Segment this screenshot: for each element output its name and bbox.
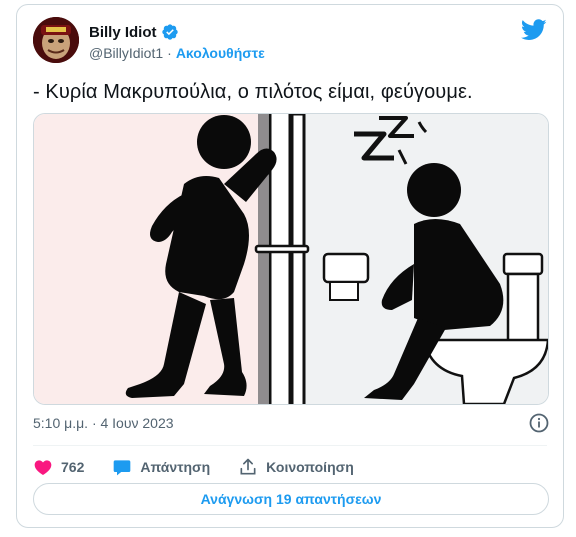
share-label: Κοινοποίηση: [266, 459, 354, 475]
reply-button[interactable]: Απάντηση: [112, 457, 210, 477]
info-icon[interactable]: [529, 413, 549, 433]
handle-row: @BillyIdiot1 · Ακολουθήστε: [89, 45, 265, 61]
tweet-image[interactable]: [33, 113, 549, 405]
tweet-text: - Κυρία Μακρυπούλια, ο πιλότος είμαι, φε…: [33, 81, 473, 103]
separator-dot: ·: [167, 45, 172, 61]
reply-label: Απάντηση: [140, 459, 211, 475]
speech-bubble-icon: [112, 457, 132, 477]
twitter-bird-icon[interactable]: [520, 19, 547, 41]
action-bar: 762 Απάντηση Κοινοποίηση: [33, 453, 382, 481]
like-button[interactable]: 762: [33, 457, 84, 477]
tweet-card: Billy Idiot @BillyIdiot1 · Ακολουθήστε -…: [16, 4, 564, 528]
divider: [33, 445, 547, 446]
share-button[interactable]: Κοινοποίηση: [238, 457, 354, 477]
avatar[interactable]: [33, 17, 79, 63]
heart-icon: [33, 457, 53, 477]
follow-button[interactable]: Ακολουθήστε: [176, 45, 265, 61]
user-handle[interactable]: @BillyIdiot1: [89, 45, 163, 61]
tweet-timestamp[interactable]: 5:10 μ.μ. · 4 Ιουν 2023: [33, 415, 174, 431]
read-replies-button[interactable]: Ανάγνωση 19 απαντήσεων: [33, 483, 549, 515]
display-name[interactable]: Billy Idiot: [89, 24, 157, 41]
verified-icon: [161, 23, 179, 41]
name-row: Billy Idiot: [89, 23, 179, 41]
like-count: 762: [61, 459, 85, 475]
share-upload-icon: [238, 457, 258, 477]
